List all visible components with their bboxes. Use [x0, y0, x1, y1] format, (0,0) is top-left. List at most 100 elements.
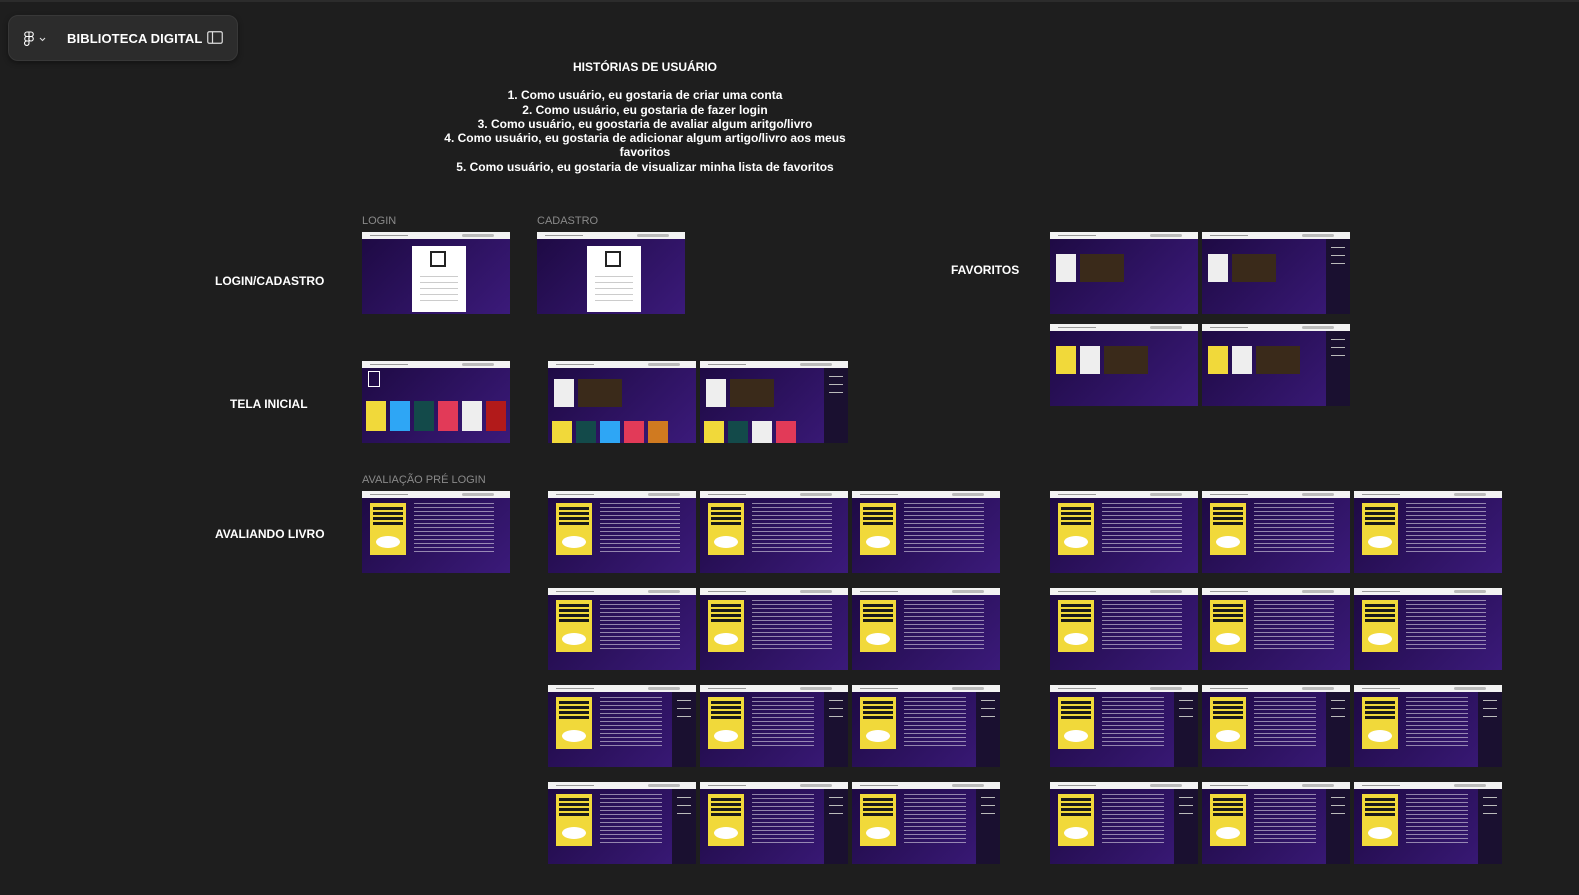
- book-details: [1406, 503, 1486, 553]
- frame-rating-menu[interactable]: [548, 782, 696, 864]
- side-menu: [1326, 789, 1350, 864]
- sidebar-toggle-icon[interactable]: [207, 31, 223, 44]
- frame-rating-prelogin[interactable]: [362, 491, 510, 573]
- book-cover: [1058, 794, 1094, 846]
- frame-navbar: [852, 782, 1000, 789]
- frame-rating[interactable]: [700, 588, 848, 670]
- frame-rating[interactable]: [548, 588, 696, 670]
- frame-rating-menu[interactable]: [700, 782, 848, 864]
- frame-rating-menu[interactable]: [852, 782, 1000, 864]
- frame-navbar: [852, 588, 1000, 595]
- frame-navbar: [700, 491, 848, 498]
- book-details: [600, 697, 662, 747]
- book-details: [752, 697, 814, 747]
- book-details: [1406, 794, 1468, 844]
- frame-rating-favorite-menu[interactable]: [1354, 685, 1502, 767]
- book-cover: [1058, 503, 1094, 555]
- frame-favorites-menu[interactable]: [1202, 232, 1350, 314]
- frame-rating-favorite[interactable]: [1050, 588, 1198, 670]
- user-story-5: 5. Como usuário, eu gostaria de visualiz…: [456, 159, 834, 174]
- frame-navbar: [700, 361, 848, 368]
- book-details: [1254, 697, 1316, 747]
- frame-navbar: [1050, 491, 1198, 498]
- favorites-list: [1208, 254, 1276, 282]
- frame-label-signup: CADASTRO: [537, 215, 599, 227]
- frame-navbar: [1354, 782, 1502, 789]
- frame-rating[interactable]: [852, 588, 1000, 670]
- frame-navbar: [362, 361, 510, 368]
- frame-rating-menu[interactable]: [700, 685, 848, 767]
- frame-navbar: [1050, 324, 1198, 331]
- frame-rating-menu[interactable]: [852, 685, 1000, 767]
- book-details: [600, 503, 680, 553]
- book-cover: [1058, 600, 1094, 652]
- favorites-list: [1056, 254, 1124, 282]
- book-cover: [708, 697, 744, 749]
- chevron-down-icon: [39, 37, 46, 41]
- file-title[interactable]: BIBLIOTECA DIGITAL: [67, 31, 202, 46]
- frame-navbar: [1202, 782, 1350, 789]
- favorites-list: [1208, 346, 1300, 374]
- frame-navbar: [1354, 685, 1502, 692]
- side-menu: [1326, 692, 1350, 767]
- book-cover: [860, 503, 896, 555]
- frame-rating-favorite[interactable]: [1202, 588, 1350, 670]
- frame-rating-favorite[interactable]: [1050, 491, 1198, 573]
- frame-login[interactable]: [362, 232, 510, 314]
- side-menu: [1174, 789, 1198, 864]
- frame-rating-favorite-menu[interactable]: [1202, 685, 1350, 767]
- frame-rating-menu[interactable]: [548, 685, 696, 767]
- row-label-rating: AVALIANDO LIVRO: [215, 527, 325, 541]
- frame-favorites-added[interactable]: [1050, 324, 1198, 406]
- favorites-list: [1056, 346, 1148, 374]
- frame-rating[interactable]: [548, 491, 696, 573]
- frame-rating-favorite[interactable]: [1202, 491, 1350, 573]
- side-menu: [672, 789, 696, 864]
- row-label-login-signup: LOGIN/CADASTRO: [215, 274, 325, 288]
- book-cover: [860, 794, 896, 846]
- frame-signup[interactable]: [537, 232, 685, 314]
- book-cover: [1210, 697, 1246, 749]
- book-thumbnails: [704, 421, 848, 443]
- main-menu-button[interactable]: [23, 28, 53, 50]
- book-cover: [1362, 697, 1398, 749]
- frame-home-logged-menu[interactable]: [700, 361, 848, 443]
- book-details: [1254, 600, 1334, 650]
- book-details: [1102, 503, 1182, 553]
- book-cover: [1210, 600, 1246, 652]
- frame-label-rating-prelogin: AVALIAÇÃO PRÉ LOGIN: [362, 474, 486, 486]
- frame-rating-favorite-menu[interactable]: [1354, 782, 1502, 864]
- frame-rating-favorite[interactable]: [1354, 588, 1502, 670]
- frame-home[interactable]: [362, 361, 510, 443]
- side-menu: [1478, 789, 1502, 864]
- book-details: [752, 794, 814, 844]
- book-cover: [860, 697, 896, 749]
- frame-navbar: [548, 588, 696, 595]
- frame-rating-favorite-menu[interactable]: [1050, 782, 1198, 864]
- frame-navbar: [1202, 232, 1350, 239]
- book-details: [904, 503, 984, 553]
- side-menu: [976, 789, 1000, 864]
- book-cover: [1210, 794, 1246, 846]
- frame-favorites[interactable]: [1050, 232, 1198, 314]
- continue-reading: [554, 379, 622, 407]
- book-thumbnails: [366, 401, 510, 433]
- bookmark-icon: [368, 371, 380, 387]
- frame-navbar: [700, 685, 848, 692]
- frame-rating-favorite-menu[interactable]: [1202, 782, 1350, 864]
- frame-navbar: [1354, 491, 1502, 498]
- book-cover: [1210, 503, 1246, 555]
- user-stories: HISTÓRIAS DE USUÁRIO 1. Como usuário, eu…: [420, 60, 870, 174]
- frame-favorites-added-menu[interactable]: [1202, 324, 1350, 406]
- user-story-1: 1. Como usuário, eu gostaria de criar um…: [507, 88, 783, 103]
- side-menu: [824, 789, 848, 864]
- frame-home-logged[interactable]: [548, 361, 696, 443]
- frame-rating[interactable]: [700, 491, 848, 573]
- side-menu: [1478, 692, 1502, 767]
- frame-rating-favorite[interactable]: [1354, 491, 1502, 573]
- frame-rating[interactable]: [852, 491, 1000, 573]
- frame-rating-favorite-menu[interactable]: [1050, 685, 1198, 767]
- book-details: [1102, 794, 1164, 844]
- user-stories-title: HISTÓRIAS DE USUÁRIO: [572, 60, 717, 74]
- frame-navbar: [548, 782, 696, 789]
